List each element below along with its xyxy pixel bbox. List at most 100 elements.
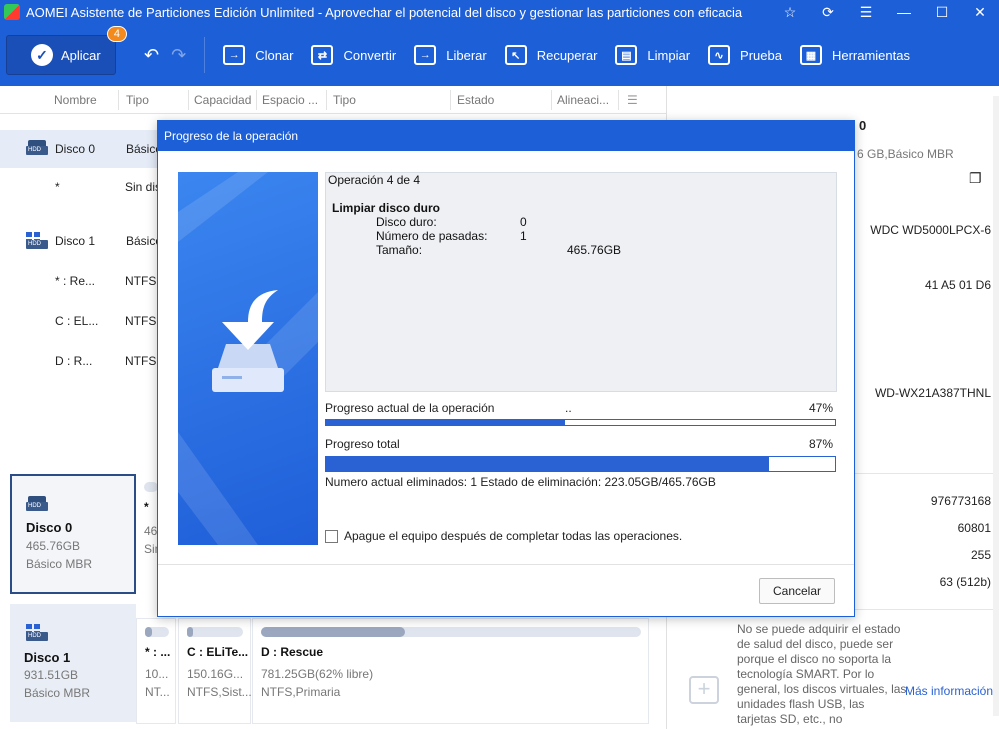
shutdown-label: Apague el equipo después de completar to… [344, 529, 683, 543]
partition-card[interactable]: * 46 Sin [136, 474, 161, 594]
smart-note: No se puede adquirir el estado de salud … [737, 622, 907, 726]
star-icon[interactable]: ☆ [771, 0, 809, 24]
checkmark-icon: ✓ [31, 44, 53, 66]
shredder-icon: ▤ [615, 45, 638, 65]
col-type[interactable]: Tipo [126, 93, 186, 107]
disk-cylinders: 60801 [957, 521, 991, 535]
convert-label: Convertir [343, 47, 397, 63]
apply-label: Aplicar [61, 47, 101, 63]
row-name: Disco 1 [55, 234, 96, 248]
apply-button[interactable]: ✓ Aplicar 4 [6, 26, 127, 75]
more-info-link[interactable]: Más información [905, 684, 993, 698]
add-icon[interactable]: + [689, 676, 719, 704]
toolbar-divider [204, 37, 206, 73]
operation-name: Limpiar disco duro [332, 201, 441, 215]
field-value: 1 [520, 229, 527, 243]
free-up-button[interactable]: → Liberar [414, 45, 487, 65]
clone-button[interactable]: → Clonar [223, 45, 293, 65]
total-progress-bar [325, 456, 836, 472]
menu-icon[interactable]: ☰ [847, 0, 885, 24]
test-label: Prueba [740, 47, 782, 63]
row-name: * [55, 180, 60, 194]
panel-subtitle: 6 GB,Básico MBR [857, 147, 954, 161]
disk-serial: WD-WX21A387THNL [874, 386, 991, 400]
tools-button[interactable]: ▦ Herramientas [799, 45, 910, 65]
partition-type: NT... [145, 685, 170, 699]
operation-details: Operación 4 de 4 Limpiar disco duro Disc… [325, 172, 837, 392]
cancel-button[interactable]: Cancelar [759, 578, 835, 604]
free-up-label: Liberar [446, 47, 487, 63]
operation-counter: Operación 4 de 4 [328, 173, 421, 187]
row-name: Disco 0 [55, 142, 96, 156]
clone-icon: → [223, 45, 246, 65]
field-value: 465.76GB [567, 243, 622, 257]
maximize-button[interactable]: ☐ [923, 0, 961, 24]
pulse-icon: ∿ [708, 45, 731, 65]
col-type2[interactable]: Tipo [333, 93, 443, 107]
partition-card[interactable]: * : ... 10... NT... [136, 618, 176, 724]
app-logo-icon [4, 4, 20, 20]
col-space[interactable]: Espacio ... [262, 93, 324, 107]
partition-size: 781.25GB(62% libre) [261, 667, 374, 681]
panel-scrollbar[interactable] [993, 96, 999, 716]
partition-size: 46 [144, 524, 158, 538]
hdd-icon: HDD [26, 496, 48, 512]
col-capacity[interactable]: Capacidad [194, 93, 254, 107]
disk-card-1[interactable]: HDD Disco 1 931.51GB Básico MBR [10, 604, 136, 722]
row-name: C : EL... [55, 314, 99, 328]
shutdown-checkbox[interactable]: Apague el equipo después de completar to… [325, 529, 682, 543]
minimize-button[interactable]: — [885, 0, 923, 24]
recover-icon: ↖ [504, 45, 527, 65]
col-name[interactable]: Nombre [54, 93, 118, 107]
row-type: NTFS [125, 274, 157, 288]
undo-icon[interactable]: ↶ [144, 45, 159, 66]
recover-label: Recuperar [536, 47, 598, 63]
free-up-icon: → [414, 45, 437, 65]
partition-type: NTFS,Sist... [187, 685, 252, 699]
windows-hdd-icon: HDD [26, 232, 48, 249]
recover-button[interactable]: ↖ Recuperar [504, 45, 598, 65]
grid-icon: ▦ [799, 45, 822, 65]
convert-icon: ⇄ [311, 45, 334, 65]
restore-window-icon[interactable]: ❐ [969, 170, 982, 187]
disk-name: Disco 0 [26, 520, 73, 535]
col-status[interactable]: Estado [457, 93, 547, 107]
total-progress-percent: 87% [809, 437, 834, 451]
field-label: Disco duro: [376, 215, 437, 229]
disk-signature: 41 A5 01 D6 [924, 278, 991, 292]
disk-name: Disco 1 [24, 650, 71, 665]
disk-model: WDC WD5000LPCX-6 [870, 223, 991, 237]
partition-name: C : ELiTe... [187, 645, 249, 659]
redo-icon[interactable]: ↷ [171, 45, 186, 66]
row-type: NTFS [125, 314, 157, 328]
field-label: Número de pasadas: [376, 229, 488, 243]
clone-label: Clonar [255, 47, 294, 63]
windows-hdd-icon: HDD [26, 624, 48, 641]
partition-name: * : ... [145, 645, 171, 659]
disk-card-0[interactable]: HDD Disco 0 465.76GB Básico MBR [10, 474, 136, 594]
partition-card[interactable]: C : ELiTe... 150.16G... NTFS,Sist... [178, 618, 252, 724]
tools-label: Herramientas [831, 47, 910, 63]
column-settings-icon[interactable]: ☰ [627, 93, 638, 107]
disk-heads: 255 [970, 548, 991, 562]
title-bar: AOMEI Asistente de Particiones Edición U… [0, 0, 999, 24]
wipe-illustration [178, 172, 318, 545]
total-progress-label: Progreso total [325, 437, 400, 451]
wipe-button[interactable]: ▤ Limpiar [615, 45, 690, 65]
convert-button[interactable]: ⇄ Convertir [311, 45, 396, 65]
current-progress-dots: .. [565, 401, 572, 415]
partition-size: 10... [145, 667, 169, 681]
checkbox-icon[interactable] [325, 529, 338, 543]
col-alignment[interactable]: Alineaci... [557, 93, 613, 107]
partition-card[interactable]: D : Rescue 781.25GB(62% libre) NTFS,Prim… [252, 618, 649, 724]
pending-operations-badge: 4 [106, 26, 127, 42]
progress-dialog: Progreso de la operación Operación 4 de … [157, 120, 855, 617]
refresh-icon[interactable]: ⟳ [809, 0, 847, 24]
partition-name: D : Rescue [261, 645, 324, 659]
close-button[interactable]: ✕ [961, 0, 999, 24]
test-button[interactable]: ∿ Prueba [708, 45, 782, 65]
total-progress-fill [326, 457, 769, 471]
disk-sector-size: 63 (512b) [939, 575, 991, 589]
row-name: * : Re... [55, 274, 96, 288]
dialog-title: Progreso de la operación [158, 121, 854, 151]
